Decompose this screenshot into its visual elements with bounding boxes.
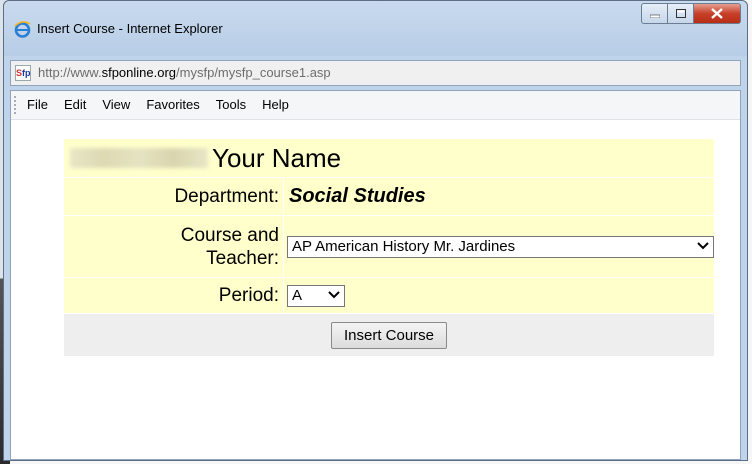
name-cell: Your Name [63,138,715,178]
url-prefix: http://www. [38,65,102,80]
your-name-label: Your Name [212,142,342,173]
url-text[interactable]: http://www.sfponline.org/mysfp/mysfp_cou… [38,65,331,80]
menu-tools[interactable]: Tools [208,97,254,112]
period-cell: A [283,277,715,314]
browser-window: Insert Course - Internet Explorer Sfp ht… [3,0,748,461]
minimize-icon [649,14,660,18]
period-label: Period: [63,277,284,314]
url-path: /mysfp/mysfp_course1.asp [176,65,331,80]
page-content: File Edit View Favorites Tools Help Your… [10,90,741,460]
department-label: Department: [63,177,284,216]
department-row: Department: Social Studies [63,177,715,216]
submit-row: Insert Course [63,313,715,357]
sfp-favicon: Sfp [15,65,31,81]
maximize-icon [675,9,686,18]
insert-course-form: Your Name Department: Social Studies Cou… [63,138,715,357]
course-label-line2: Teacher: [206,247,279,269]
menu-grip [14,96,18,114]
window-controls [641,3,741,25]
period-selected-value: A [292,286,303,304]
course-label-line1: Course and [180,224,279,246]
minimize-button[interactable] [641,3,668,24]
maximize-button[interactable] [668,3,694,24]
menu-file[interactable]: File [25,97,56,112]
submit-cell: Insert Course [63,313,715,357]
menu-view[interactable]: View [94,97,138,112]
chevron-down-icon [697,241,709,249]
course-label: Course and Teacher: [63,215,284,278]
address-bar[interactable]: Sfp http://www.sfponline.org/mysfp/mysfp… [10,60,741,86]
menu-bar: File Edit View Favorites Tools Help [11,91,740,120]
chevron-down-icon [328,290,340,298]
menu-edit[interactable]: Edit [56,97,94,112]
blurred-name [70,148,208,168]
window-title: Insert Course - Internet Explorer [37,21,223,36]
title-bar[interactable]: Insert Course - Internet Explorer [4,1,747,56]
course-row: Course and Teacher: AP American History … [63,215,715,278]
menu-items: File Edit View Favorites Tools Help [25,97,297,112]
course-cell: AP American History Mr. Jardines [283,215,715,278]
insert-course-button[interactable]: Insert Course [330,321,448,349]
course-select[interactable]: AP American History Mr. Jardines [287,235,714,258]
url-domain: sfponline.org [101,65,177,80]
department-value: Social Studies [283,177,715,216]
ie-icon [14,21,31,38]
period-row: Period: A [63,277,715,314]
course-selected-value: AP American History Mr. Jardines [292,237,516,255]
menu-help[interactable]: Help [254,97,297,112]
period-select[interactable]: A [287,284,345,307]
name-row: Your Name [63,138,715,178]
close-button[interactable] [694,3,741,24]
menu-favorites[interactable]: Favorites [138,97,207,112]
close-icon [711,8,723,19]
